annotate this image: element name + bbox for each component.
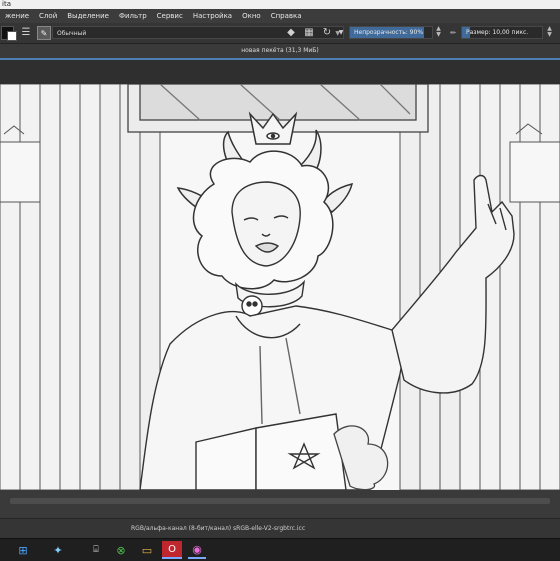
- chevron-down-icon[interactable]: ▼: [334, 26, 348, 40]
- menu-item-layer[interactable]: Слой: [34, 9, 62, 23]
- terminal-icon[interactable]: ⌸: [88, 541, 104, 559]
- size-stepper-icon[interactable]: ▲ ▼: [545, 26, 554, 39]
- brush-size-icon[interactable]: ✏: [446, 26, 460, 40]
- opacity-slider[interactable]: Непрозрачность: 90%: [349, 26, 433, 39]
- sketch-artwork: [0, 84, 560, 490]
- canvas-top-margin: [0, 60, 560, 84]
- menu-item-tools[interactable]: Сервис: [152, 9, 188, 23]
- opacity-label: Непрозрачность: 90%: [354, 29, 424, 36]
- scrollbar-thumb[interactable]: [10, 498, 550, 504]
- paint-icon[interactable]: ◉: [188, 541, 206, 559]
- start-icon[interactable]: ⊞: [16, 541, 30, 559]
- reset-icon[interactable]: ↻: [320, 26, 334, 40]
- background-color-swatch[interactable]: [7, 31, 17, 41]
- menu-item-view[interactable]: жение: [0, 9, 34, 23]
- brush-preset-dropdown[interactable]: Обычный ▼: [52, 26, 344, 39]
- horizontal-scrollbar[interactable]: [0, 490, 560, 518]
- color-profile-status: RGB/альфа-канал (8-бит/канал) sRGB-elle-…: [131, 525, 306, 532]
- windows-taskbar: ⊞ ✦ ⌸ ⊗ ▭ O ◉: [0, 538, 560, 561]
- brush-preset-label: Обычный: [57, 30, 87, 37]
- brush-preset-icon[interactable]: ✎: [37, 26, 51, 40]
- opacity-stepper-icon[interactable]: ▲ ▼: [434, 26, 443, 39]
- menu-bar: жение Слой Выделение Фильтр Сервис Настр…: [0, 9, 560, 23]
- alpha-lock-icon[interactable]: ▦: [302, 26, 316, 40]
- menu-item-select[interactable]: Выделение: [62, 9, 114, 23]
- menu-item-help[interactable]: Справка: [266, 9, 307, 23]
- size-slider[interactable]: Размер: 10,00 пикс.: [461, 26, 543, 39]
- menu-item-window[interactable]: Окно: [237, 9, 266, 23]
- eraser-icon[interactable]: ◆: [284, 26, 298, 40]
- drawing-canvas[interactable]: [0, 84, 560, 490]
- menu-item-filter[interactable]: Фильтр: [114, 9, 152, 23]
- status-bar: RGB/альфа-канал (8-бит/канал) sRGB-elle-…: [0, 518, 560, 539]
- window-titlebar: ita: [0, 0, 560, 9]
- tool-options-bar: ☰ ✎ Обычный ▼ ◆ ▦ ↻ ▼ Непрозрачность: 90…: [0, 23, 560, 44]
- document-tab-bar: новая пекёта (31,3 МиБ): [0, 44, 560, 59]
- widgets-icon[interactable]: ✦: [48, 541, 68, 559]
- size-label: Размер: 10,00 пикс.: [466, 29, 529, 36]
- list-icon[interactable]: ☰: [19, 26, 33, 40]
- xbox-icon[interactable]: ⊗: [112, 541, 130, 559]
- files-icon[interactable]: ▭: [138, 541, 156, 559]
- window-title: ita: [2, 0, 11, 8]
- document-title[interactable]: новая пекёта (31,3 МиБ): [0, 44, 560, 58]
- menu-item-settings[interactable]: Настройка: [188, 9, 237, 23]
- opera-icon[interactable]: O: [162, 541, 182, 559]
